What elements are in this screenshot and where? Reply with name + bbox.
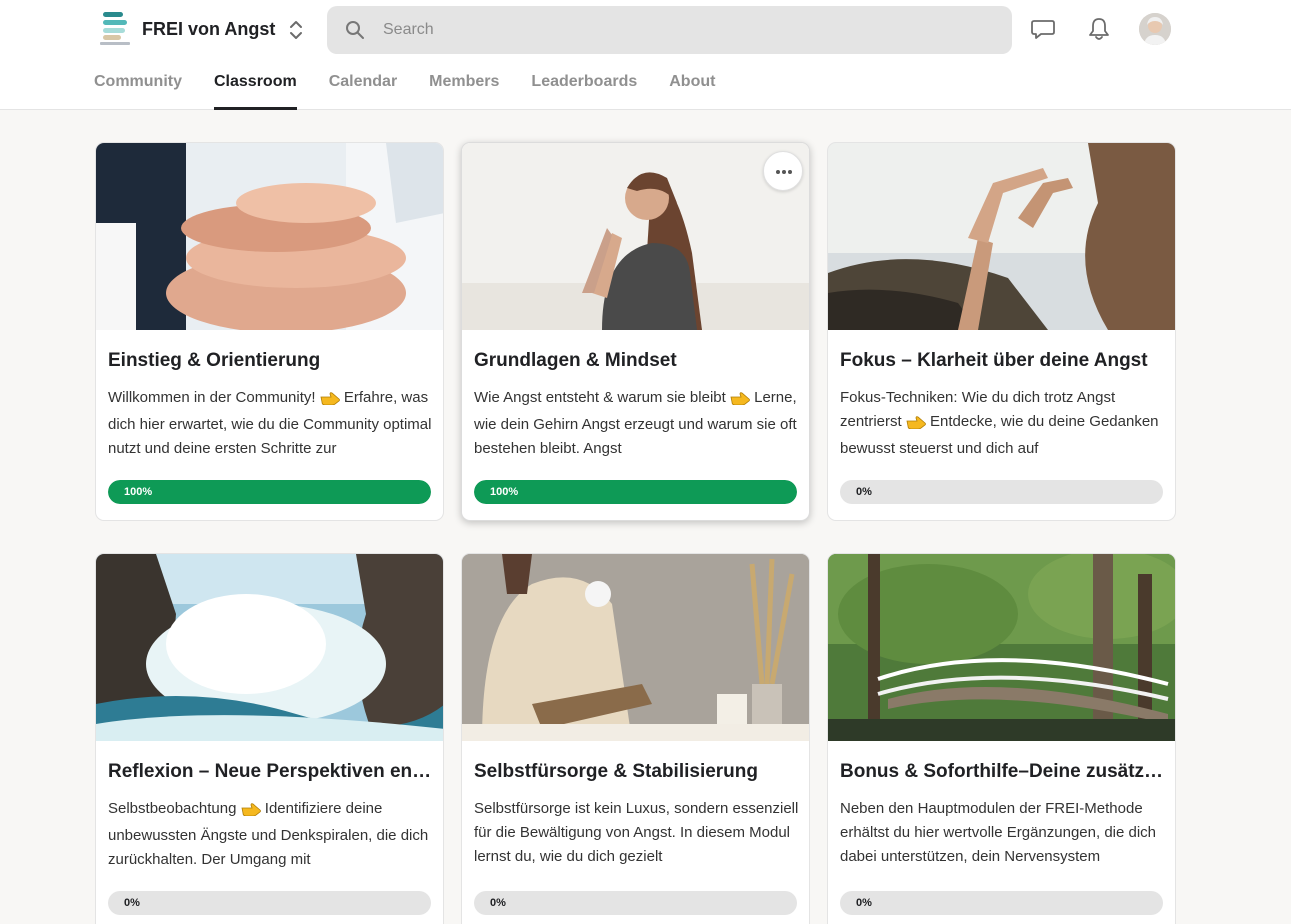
course-progress-bar: 100%	[108, 480, 431, 504]
progress-label: 100%	[124, 486, 153, 498]
course-description: Fokus-Techniken: Wie du dich trotz Angst…	[840, 389, 1159, 457]
progress-fill	[474, 480, 797, 504]
pointing-hand-icon	[730, 389, 750, 413]
course-thumbnail-meditating-woman	[462, 143, 809, 330]
group-switcher-icon[interactable]	[286, 18, 306, 42]
progress-label: 100%	[490, 486, 519, 498]
course-progress-bar: 0%	[108, 891, 431, 915]
logo-caption	[100, 42, 130, 45]
course-title: Reflexion – Neue Perspektiven entwickeln	[108, 761, 432, 782]
course-card[interactable]: Selbstfürsorge & Stabilisierung Selbstfü…	[461, 553, 810, 924]
course-progress-bar: 100%	[474, 480, 797, 504]
tab-leaderboards[interactable]: Leaderboards	[531, 72, 637, 110]
course-title: Grundlagen & Mindset	[474, 350, 677, 371]
course-description: Neben den Hauptmodulen der FREI-Methode …	[840, 800, 1157, 865]
progress-label: 0%	[490, 897, 506, 909]
notifications-bell-icon[interactable]	[1086, 16, 1112, 42]
course-description: Wie Angst entsteht & warum sie bleibt Le…	[474, 389, 797, 457]
course-card[interactable]: Bonus & Soforthilfe–Deine zusätzlichen T…	[827, 553, 1176, 924]
course-thumbnail-framing-hands	[828, 143, 1175, 330]
course-title: Selbstfürsorge & Stabilisierung	[474, 761, 758, 782]
group-logo[interactable]	[100, 12, 130, 48]
user-avatar[interactable]	[1139, 13, 1171, 45]
tab-classroom[interactable]: Classroom	[214, 72, 297, 110]
more-horizontal-icon	[776, 170, 792, 174]
tab-about[interactable]: About	[669, 72, 715, 110]
course-progress-bar: 0%	[840, 480, 1163, 504]
pointing-hand-icon	[320, 389, 340, 413]
main-tabs: Community Classroom Calendar Members Lea…	[94, 72, 747, 110]
course-description: Selbstbeobachtung Identifiziere deine un…	[108, 800, 429, 868]
course-thumbnail-woman-with-tea	[462, 554, 809, 741]
course-thumbnail-ocean-wave	[96, 554, 443, 741]
tab-calendar[interactable]: Calendar	[329, 72, 397, 110]
course-card[interactable]: Einstieg & Orientierung Willkommen in de…	[95, 142, 444, 521]
progress-label: 0%	[856, 486, 872, 498]
course-thumbnail-stacked-hands	[96, 143, 443, 330]
progress-label: 0%	[124, 897, 140, 909]
top-header: FREI von Angst Community Classroom Calen…	[0, 0, 1291, 110]
course-progress-bar: 0%	[840, 891, 1163, 915]
pointing-hand-icon	[241, 800, 261, 824]
search-bar[interactable]	[327, 6, 1012, 54]
pointing-hand-icon	[906, 413, 926, 437]
course-progress-bar: 0%	[474, 891, 797, 915]
group-name[interactable]: FREI von Angst	[142, 19, 275, 40]
chat-icon[interactable]	[1030, 16, 1056, 42]
course-options-button[interactable]	[763, 151, 803, 191]
course-description: Selbstfürsorge ist kein Luxus, sondern e…	[474, 800, 799, 865]
course-title: Bonus & Soforthilfe–Deine zusätzlichen T…	[840, 761, 1164, 782]
progress-label: 0%	[856, 897, 872, 909]
search-input[interactable]	[383, 6, 993, 54]
course-card[interactable]: Reflexion – Neue Perspektiven entwickeln…	[95, 553, 444, 924]
course-title: Fokus – Klarheit über deine Angst	[840, 350, 1148, 371]
tab-community[interactable]: Community	[94, 72, 182, 110]
course-description: Willkommen in der Community! Erfahre, wa…	[108, 389, 432, 457]
course-card[interactable]: Grundlagen & Mindset Wie Angst entsteht …	[461, 142, 810, 521]
progress-fill	[108, 480, 431, 504]
course-title: Einstieg & Orientierung	[108, 350, 321, 371]
search-icon	[346, 21, 364, 39]
tab-members[interactable]: Members	[429, 72, 499, 110]
course-card[interactable]: Fokus – Klarheit über deine Angst Fokus-…	[827, 142, 1176, 521]
course-thumbnail-forest-bridge	[828, 554, 1175, 741]
